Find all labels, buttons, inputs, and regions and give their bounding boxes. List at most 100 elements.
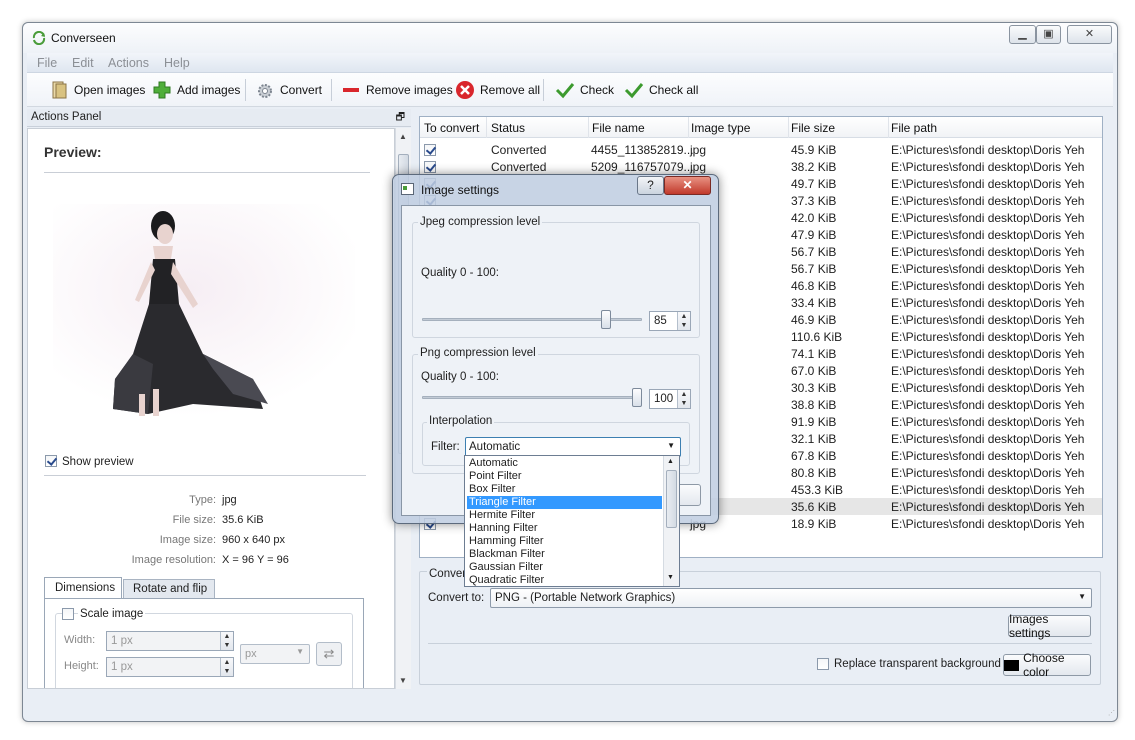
jpeg-slider-thumb[interactable] <box>601 310 611 329</box>
spin-arrows-icon[interactable]: ▲ ▼ <box>677 390 690 408</box>
images-settings-button[interactable]: Images settings <box>1008 612 1091 640</box>
link-ratio-button[interactable]: ⇄ <box>316 642 342 666</box>
scroll-up-icon[interactable]: ▲ <box>399 132 407 141</box>
table-row[interactable]: Converted 4455_113852819... jpg 45.9 KiB E:\… <box>420 141 1102 158</box>
cell-path: E:\Pictures\sfondi desktop\Doris Yeh <box>891 143 1085 157</box>
png-quality-slider[interactable] <box>422 396 642 399</box>
png-slider-thumb[interactable] <box>632 388 642 407</box>
filter-option[interactable]: Triangle Filter <box>467 496 662 509</box>
unit-select[interactable]: px ▼ <box>240 644 310 664</box>
cell-path: E:\Pictures\sfondi desktop\Doris Yeh <box>891 364 1085 378</box>
filter-option[interactable]: Quadratic Filter <box>467 574 662 587</box>
cell-status: Converted <box>491 143 547 157</box>
png-quality-spin[interactable]: 100 ▲ ▼ <box>649 389 691 409</box>
cell-path: E:\Pictures\sfondi desktop\Doris Yeh <box>891 398 1085 412</box>
resize-grip-icon[interactable]: ⋰ <box>1108 709 1116 717</box>
open-images-button[interactable]: Open images <box>49 79 145 101</box>
spin-arrows-icon[interactable]: ▲ ▼ <box>220 632 233 650</box>
image-size-label: Image size: <box>159 534 216 546</box>
cell-size: 453.3 KiB <box>791 483 844 497</box>
filter-option[interactable]: Hanning Filter <box>467 522 662 535</box>
col-image-type[interactable]: Image type <box>691 121 750 135</box>
remove-images-label: Remove images <box>366 83 453 97</box>
cell-size: 35.6 KiB <box>791 500 837 514</box>
menu-edit[interactable]: Edit <box>72 56 94 70</box>
help-button[interactable]: ? <box>637 176 664 195</box>
filter-option[interactable]: Point Filter <box>467 470 662 483</box>
dialog-ok-button[interactable] <box>677 484 701 506</box>
choose-color-button[interactable]: Choose color <box>1003 651 1091 679</box>
convert-to-select[interactable]: PNG - (Portable Network Graphics) ▼ <box>490 588 1092 608</box>
add-images-label: Add images <box>177 83 241 97</box>
cell-path: E:\Pictures\sfondi desktop\Doris Yeh <box>891 500 1085 514</box>
jpeg-quality-label: Quality 0 - 100: <box>421 267 499 279</box>
dialog-close-button[interactable]: ✕ <box>664 176 711 195</box>
row-checkbox[interactable] <box>424 144 436 156</box>
filter-option[interactable]: Hermite Filter <box>467 509 662 522</box>
col-status[interactable]: Status <box>491 121 525 135</box>
cell-name: 4455_113852819... <box>591 143 694 157</box>
menu-file[interactable]: File <box>37 56 57 70</box>
scroll-down-icon[interactable]: ▼ <box>399 676 407 685</box>
spin-arrows-icon[interactable]: ▲ ▼ <box>677 312 690 330</box>
filter-option[interactable]: Gaussian Filter <box>467 561 662 574</box>
file-size-label: File size: <box>172 514 216 526</box>
add-icon <box>153 81 171 99</box>
cell-path: E:\Pictures\sfondi desktop\Doris Yeh <box>891 483 1085 497</box>
col-file-size[interactable]: File size <box>791 121 835 135</box>
maximize-button[interactable]: ▣ <box>1036 25 1061 44</box>
col-file-name[interactable]: File name <box>592 121 645 135</box>
check-all-icon <box>624 83 644 99</box>
filter-option[interactable]: Automatic <box>467 457 662 470</box>
check-all-button[interactable]: Check all <box>624 79 698 101</box>
row-checkbox[interactable] <box>424 161 436 173</box>
divider <box>44 172 370 173</box>
filter-option[interactable]: Hamming Filter <box>467 535 662 548</box>
check-button[interactable]: Check <box>555 79 614 101</box>
menu-help[interactable]: Help <box>164 56 190 70</box>
filter-option[interactable]: Box Filter <box>467 483 662 496</box>
width-input[interactable]: 1 px ▲ ▼ <box>106 631 234 651</box>
col-to-convert[interactable]: To convert <box>424 121 479 135</box>
show-preview-label: Show preview <box>62 456 134 468</box>
tab-rotate-and-flip[interactable]: Rotate and flip <box>123 579 215 599</box>
remove-all-button[interactable]: Remove all <box>455 79 540 101</box>
png-group-label: Png compression level <box>418 347 538 359</box>
tab-dimensions[interactable]: Dimensions <box>44 577 122 599</box>
divider <box>44 475 366 476</box>
unit-value: px <box>245 648 257 660</box>
col-file-path[interactable]: File path <box>891 121 937 135</box>
filter-select[interactable]: Automatic ▼ <box>465 437 681 457</box>
convert-button[interactable]: Convert <box>255 79 322 101</box>
height-input[interactable]: 1 px ▲ ▼ <box>106 657 234 677</box>
table-row[interactable]: Converted 5209_116757079... jpg 38.2 KiB E:\… <box>420 158 1102 175</box>
actions-panel-body: Preview: Show preview Type: jpg File siz… <box>27 128 395 689</box>
chevron-down-icon: ▼ <box>667 441 675 450</box>
minimize-button[interactable]: ▁ <box>1009 25 1036 44</box>
spin-arrows-icon[interactable]: ▲ ▼ <box>220 658 233 676</box>
convert-to-label: Convert to: <box>428 592 485 604</box>
filter-option[interactable]: Blackman Filter <box>467 548 662 561</box>
scroll-down-icon[interactable]: ▼ <box>667 574 674 581</box>
interpolation-group-label: Interpolation <box>427 415 495 427</box>
show-preview-checkbox[interactable] <box>45 455 57 467</box>
replace-background-checkbox[interactable] <box>817 658 829 670</box>
cell-size: 42.0 KiB <box>791 211 837 225</box>
cell-path: E:\Pictures\sfondi desktop\Doris Yeh <box>891 330 1085 344</box>
jpeg-quality-spin[interactable]: 85 ▲ ▼ <box>649 311 691 331</box>
table-header: To convert Status File name Image type F… <box>420 117 1102 138</box>
scroll-up-icon[interactable]: ▲ <box>667 458 674 465</box>
add-images-button[interactable]: Add images <box>152 79 240 101</box>
scroll-thumb[interactable] <box>666 470 677 528</box>
image-size-value: 960 x 640 px <box>222 534 285 546</box>
close-button[interactable]: ✕ <box>1067 25 1112 44</box>
cell-size: 46.9 KiB <box>791 313 837 327</box>
cell-size: 67.0 KiB <box>791 364 837 378</box>
remove-images-button[interactable]: Remove images <box>341 79 453 101</box>
dropdown-scrollbar[interactable]: ▲ ▼ <box>663 456 679 586</box>
menu-actions[interactable]: Actions <box>108 56 149 70</box>
cell-path: E:\Pictures\sfondi desktop\Doris Yeh <box>891 262 1085 276</box>
cell-type: jpg <box>690 160 707 174</box>
undock-icon[interactable]: 🗗 <box>396 110 405 127</box>
scale-image-checkbox[interactable] <box>62 608 74 620</box>
